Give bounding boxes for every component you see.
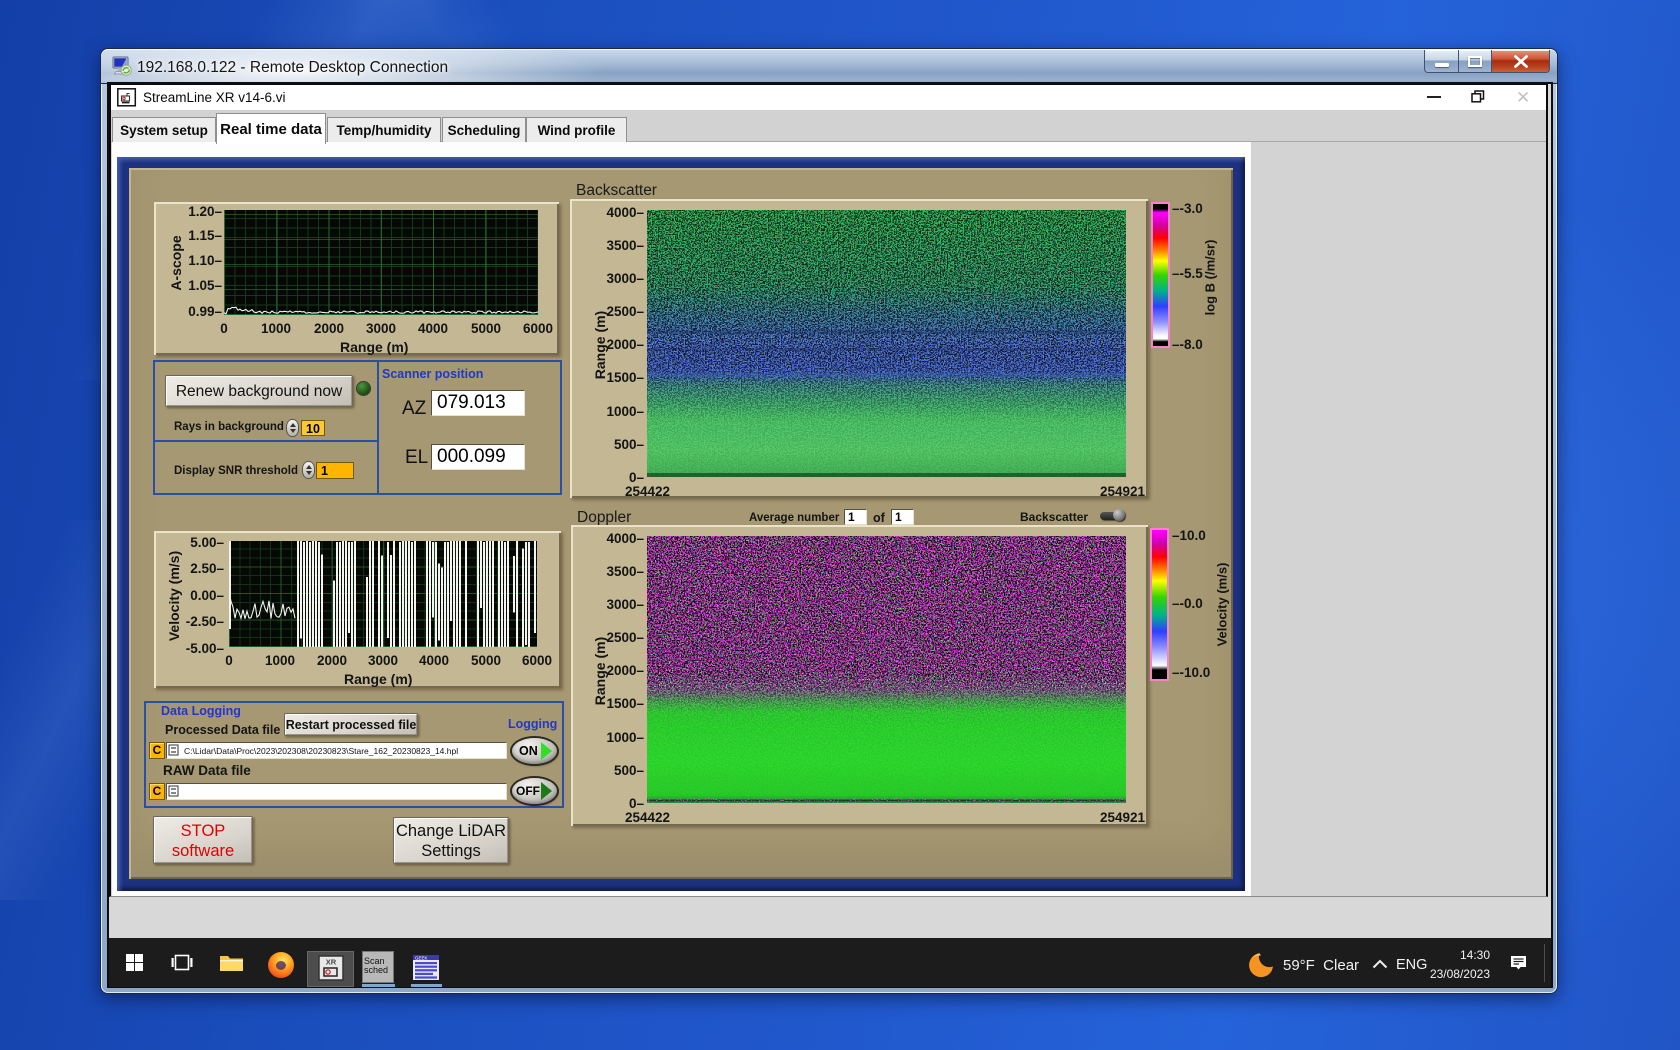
svg-text:XR: XR bbox=[326, 958, 337, 967]
svg-text:GEEK: GEEK bbox=[415, 956, 428, 961]
